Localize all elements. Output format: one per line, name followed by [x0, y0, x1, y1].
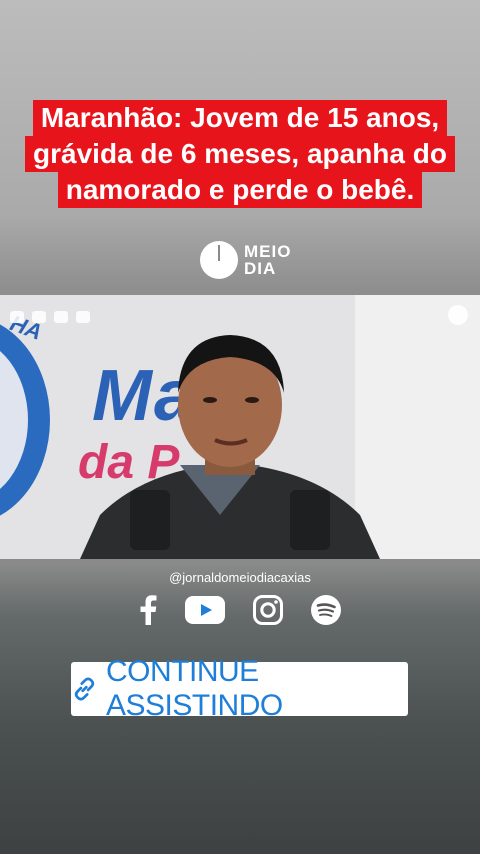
spotify-icon[interactable]: [311, 595, 341, 625]
headline-line-2: grávida de 6 meses, apanha do: [25, 136, 455, 172]
logo-text-meio: MEIO: [244, 242, 292, 261]
person-image: [80, 335, 380, 559]
headline: Maranhão: Jovem de 15 anos, grávida de 6…: [0, 100, 480, 208]
continue-watching-label: CONTINUE ASSISTINDO: [106, 655, 283, 722]
brand-logo: MEIO DIA: [200, 240, 291, 280]
facebook-icon[interactable]: [139, 595, 157, 625]
headline-line-3: namorado e perde o bebê.: [57, 172, 423, 208]
instagram-icon[interactable]: [253, 595, 283, 625]
video-facebook-icon: [10, 311, 24, 323]
link-icon: [74, 677, 95, 701]
video-frame[interactable]: HA Ma da P: [0, 295, 480, 559]
youtube-icon[interactable]: [185, 596, 225, 624]
video-watermark-icon: [448, 305, 468, 325]
continue-watching-button[interactable]: CONTINUE ASSISTINDO: [71, 655, 408, 722]
video-mail-icon: [54, 311, 68, 323]
video-youtube-icon: [32, 311, 46, 323]
logo-text-dia: DIA: [244, 259, 277, 278]
social-icons: [0, 590, 480, 630]
headline-line-1: Maranhão: Jovem de 15 anos,: [32, 100, 448, 136]
social-handle: @jornaldomeiodiacaxias: [169, 570, 311, 585]
banner-logo-ring: [0, 315, 50, 525]
clock-icon: [200, 241, 238, 279]
